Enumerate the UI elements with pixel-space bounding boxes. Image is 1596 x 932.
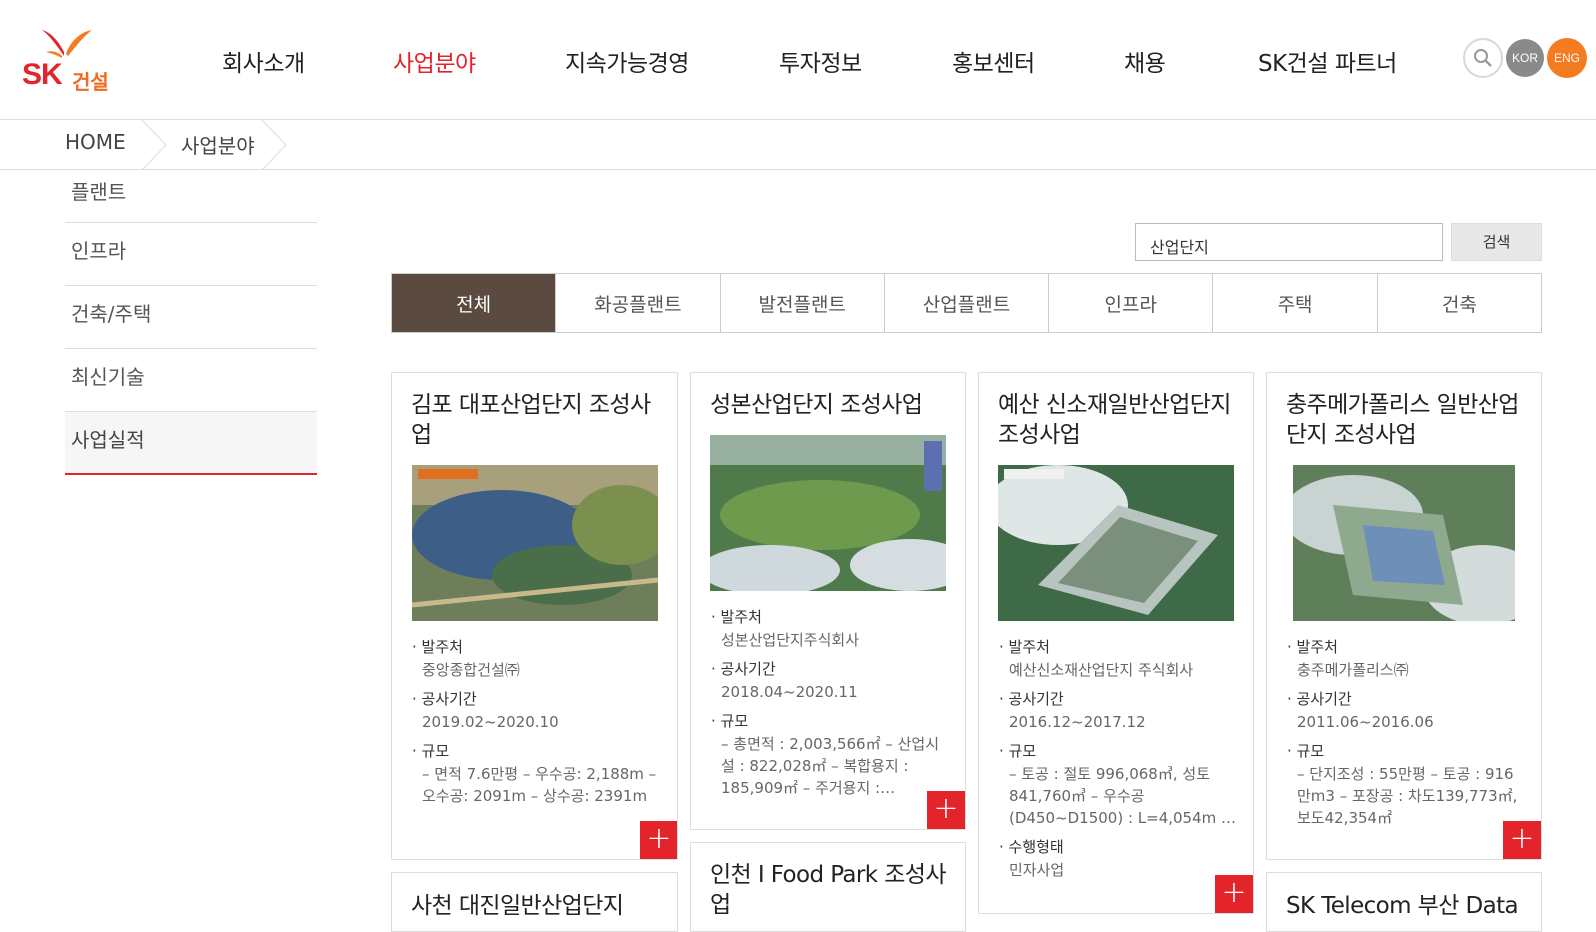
project-info: · 발주처 성본산업단지주식회사 · 공사기간 2018.04~2020.11 … [711, 605, 951, 805]
nav-investor[interactable]: 투자정보 [779, 44, 862, 78]
project-card[interactable]: 충주메가폴리스 일반산업단지 조성사업 · 발주처 충주메가폴리스㈜ · 공사기… [1266, 372, 1542, 860]
client-label: · 발주처 [1287, 638, 1338, 656]
type-label: · 수행형태 [999, 838, 1064, 856]
logo-sk-text: SK [22, 58, 63, 91]
breadcrumb-home[interactable]: HOME [65, 130, 126, 154]
project-card[interactable]: 성본산업단지 조성사업 · 발주처 성본산업단지주식회사 · 공사기간 2018… [690, 372, 966, 830]
client-value: 중앙종합건설㈜ [422, 661, 520, 679]
category-tabs: 전체 화공플랜트 발전플랜트 산업플랜트 인프라 주택 건축 [391, 273, 1542, 333]
search-icon [1474, 49, 1492, 67]
project-title: 인천 I Food Park 조성사업 [710, 862, 946, 918]
project-title: 예산 신소재일반산업단지 조성사업 [998, 392, 1231, 448]
sidebar-menu: 플랜트 인프라 건축/주택 최신기술 사업실적 [65, 170, 317, 475]
breadcrumb-business[interactable]: 사업분야 [181, 130, 255, 159]
project-image [710, 435, 946, 591]
client-value: 성본산업단지주식회사 [721, 631, 860, 649]
chevron-right-icon [141, 120, 167, 170]
period-label: · 공사기간 [1287, 690, 1352, 708]
project-title: 충주메가폴리스 일반산업단지 조성사업 [1286, 392, 1519, 448]
client-value: 예산신소재산업단지 주식회사 [1009, 661, 1194, 679]
client-label: · 발주처 [711, 608, 762, 626]
client-label: · 발주처 [999, 638, 1050, 656]
sidebar-item-performance[interactable]: 사업실적 [65, 412, 317, 475]
nav-sustainability[interactable]: 지속가능경영 [565, 44, 689, 78]
scale-label: · 규모 [1287, 742, 1325, 760]
breadcrumb: HOME 사업분야 [0, 120, 1596, 170]
lang-kor-button[interactable]: KOR [1506, 39, 1544, 77]
tab-all[interactable]: 전체 [392, 274, 556, 332]
scale-label: · 규모 [412, 742, 450, 760]
tab-infra[interactable]: 인프라 [1048, 274, 1212, 332]
period-label: · 공사기간 [999, 690, 1064, 708]
period-value: 2016.12~2017.12 [1009, 713, 1146, 731]
chevron-right-icon [261, 120, 287, 170]
more-plus-button[interactable]: + [927, 791, 965, 829]
site-header: SK 건설 회사소개 사업분야 지속가능경영 투자정보 홍보센터 채용 SK건설… [0, 0, 1596, 120]
header-search-button[interactable] [1463, 38, 1503, 78]
sidebar-item-building[interactable]: 건축/주택 [65, 286, 317, 349]
project-card[interactable]: 인천 I Food Park 조성사업 [690, 842, 966, 932]
type-value: 민자사업 [1009, 861, 1065, 879]
sk-butterfly-icon [42, 30, 92, 58]
lang-eng-button[interactable]: ENG [1547, 38, 1587, 78]
project-card[interactable]: 예산 신소재일반산업단지 조성사업 · 발주처 예산신소재산업단지 주식회사 ·… [978, 372, 1254, 914]
client-label: · 발주처 [412, 638, 463, 656]
period-label: · 공사기간 [412, 690, 477, 708]
scale-label: · 규모 [711, 712, 749, 730]
tab-chemical-plant[interactable]: 화공플랜트 [555, 274, 719, 332]
project-search-input[interactable]: 산업단지 [1135, 223, 1443, 261]
client-value: 충주메가폴리스㈜ [1297, 661, 1409, 679]
scale-label: · 규모 [999, 742, 1037, 760]
tab-power-plant[interactable]: 발전플랜트 [719, 274, 884, 332]
scale-value: – 총면적 : 2,003,566㎡ – 산업시설 : 822,028㎡ – 복… [721, 735, 940, 797]
project-info: · 발주처 예산신소재산업단지 주식회사 · 공사기간 2016.12~2017… [999, 635, 1239, 887]
project-info: · 발주처 충주메가폴리스㈜ · 공사기간 2011.06~2016.06 · … [1287, 635, 1527, 835]
period-value: 2019.02~2020.10 [422, 713, 559, 731]
period-value: 2018.04~2020.11 [721, 683, 858, 701]
scale-value: – 토공 : 절토 996,068㎥, 성토 841,760㎥ – 우수공 (D… [1009, 765, 1237, 827]
search-button[interactable]: 검색 [1451, 223, 1542, 261]
project-image [412, 465, 658, 621]
nav-recruit[interactable]: 채용 [1124, 44, 1166, 78]
scale-value: – 단지조성 : 55만평 – 토공 : 916만m3 – 포장공 : 차도13… [1297, 765, 1518, 827]
project-title: SK Telecom 부산 Data [1286, 893, 1519, 919]
logo-kr-text: 건설 [72, 70, 109, 94]
project-card[interactable]: SK Telecom 부산 Data [1266, 872, 1542, 932]
nav-company[interactable]: 회사소개 [222, 44, 305, 78]
sidebar-item-infra[interactable]: 인프라 [65, 223, 317, 286]
nav-partner[interactable]: SK건설 파트너 [1258, 44, 1397, 78]
more-plus-button[interactable]: + [1215, 875, 1253, 913]
project-title: 성본산업단지 조성사업 [710, 392, 923, 418]
period-value: 2011.06~2016.06 [1297, 713, 1434, 731]
project-image [998, 465, 1234, 621]
project-card[interactable]: 김포 대포산업단지 조성사업 · 발주처 중앙종합건설㈜ · 공사기간 2019… [391, 372, 678, 860]
sk-logo[interactable]: SK 건설 [20, 26, 124, 94]
tab-architecture[interactable]: 건축 [1376, 274, 1541, 332]
tab-housing[interactable]: 주택 [1212, 274, 1376, 332]
project-info: · 발주처 중앙종합건설㈜ · 공사기간 2019.02~2020.10 · 규… [412, 635, 662, 813]
project-image [1293, 465, 1515, 621]
nav-business[interactable]: 사업분야 [393, 44, 476, 78]
period-label: · 공사기간 [711, 660, 776, 678]
project-title: 김포 대포산업단지 조성사업 [411, 392, 651, 448]
sidebar-item-plant[interactable]: 플랜트 [65, 170, 317, 223]
nav-pr-center[interactable]: 홍보센터 [952, 44, 1035, 78]
project-card[interactable]: 사천 대진일반산업단지 [391, 872, 678, 932]
project-title: 사천 대진일반산업단지 [411, 893, 624, 919]
more-plus-button[interactable]: + [640, 821, 677, 859]
sidebar-item-technology[interactable]: 최신기술 [65, 349, 317, 412]
more-plus-button[interactable]: + [1503, 821, 1541, 859]
scale-value: – 면적 7.6만평 – 우수공: 2,188m – 오수공: 2091m – … [422, 765, 657, 805]
tab-industrial-plant[interactable]: 산업플랜트 [883, 274, 1048, 332]
